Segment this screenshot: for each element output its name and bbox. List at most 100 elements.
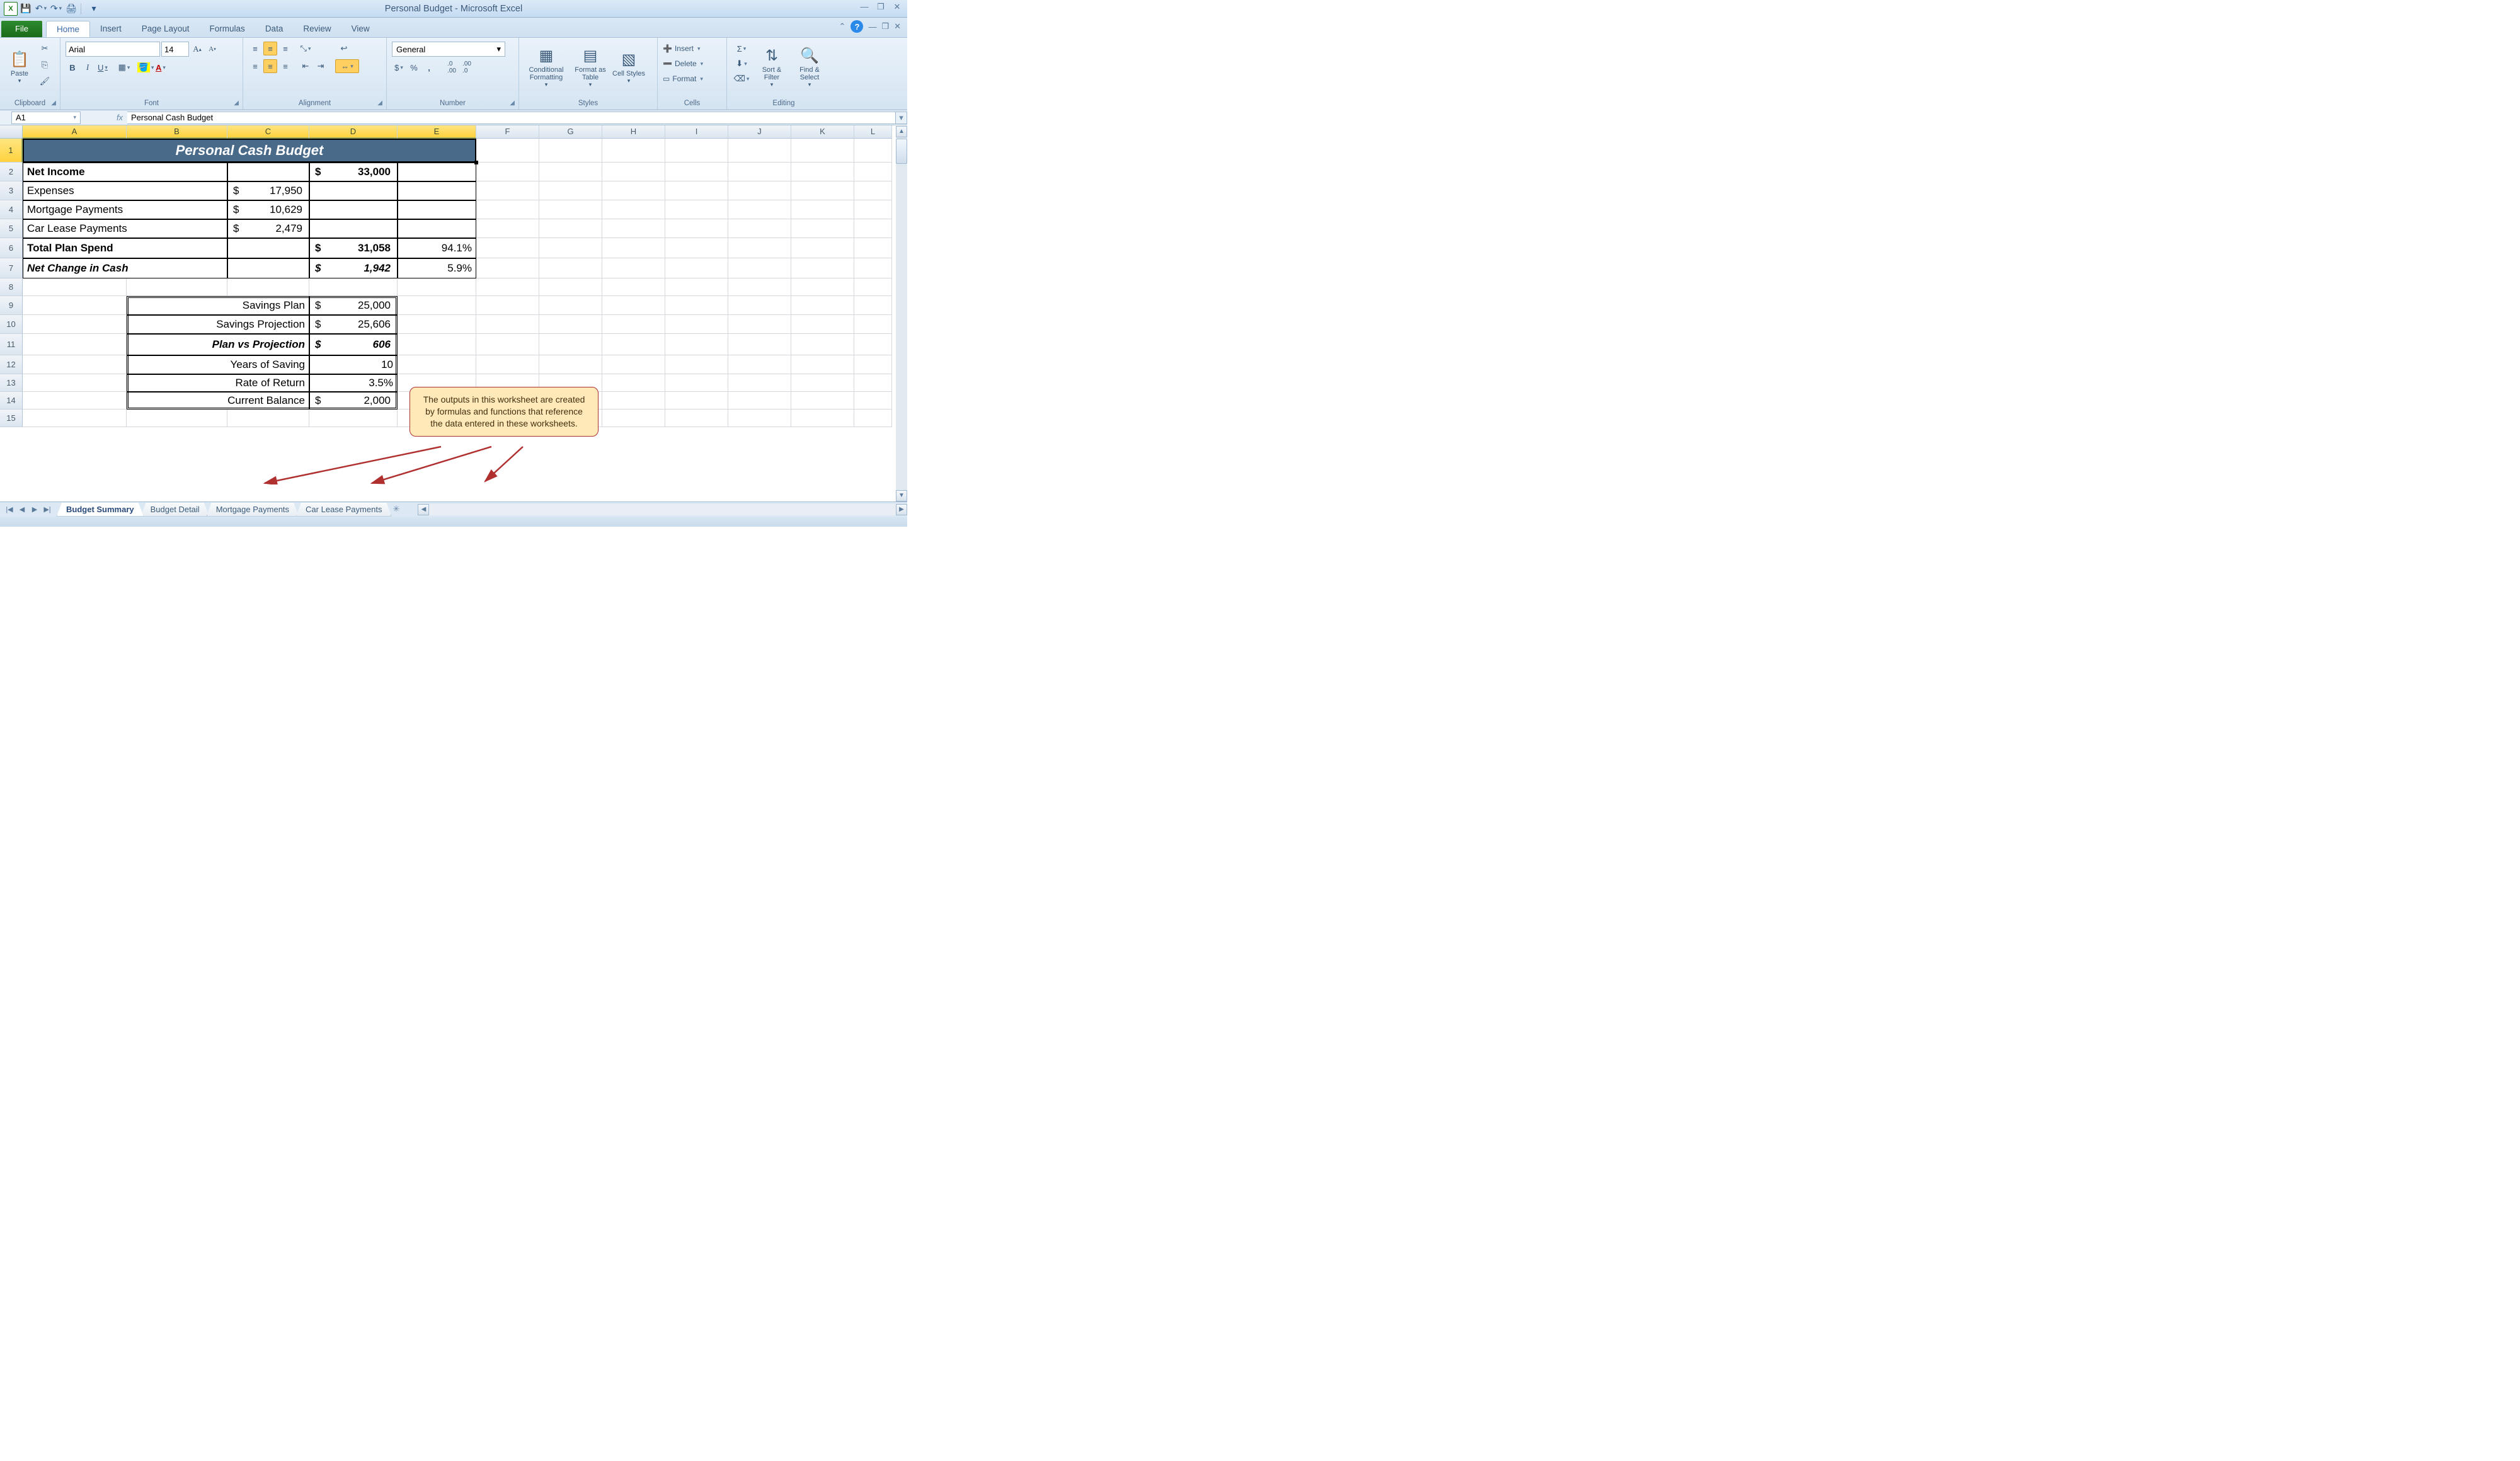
cell-G10[interactable] [539, 315, 602, 334]
pct-total-spend[interactable]: 94.1% [398, 238, 476, 258]
cell-C6[interactable] [227, 238, 309, 258]
column-header-D[interactable]: D [309, 125, 398, 139]
save-button[interactable]: 💾 [19, 2, 33, 16]
font-size-select[interactable] [161, 42, 189, 57]
cell-D4[interactable] [309, 200, 398, 219]
cell-K2[interactable] [791, 163, 854, 181]
row-header-10[interactable]: 10 [0, 315, 23, 334]
doc-minimize-button[interactable]: — [868, 22, 876, 32]
cell-F2[interactable] [476, 163, 539, 181]
cell-I7[interactable] [665, 258, 728, 278]
cell-J11[interactable] [728, 334, 791, 355]
value-savings-proj[interactable]: $25,606 [309, 315, 398, 334]
increase-font-button[interactable]: A▴ [190, 42, 204, 56]
autosum-button[interactable]: Σ [732, 42, 751, 55]
row-header-13[interactable]: 13 [0, 374, 23, 392]
cell-B8[interactable] [127, 278, 227, 296]
fill-button[interactable]: ⬇ [732, 57, 751, 71]
cell-I11[interactable] [665, 334, 728, 355]
insert-cells-button[interactable]: ➕Insert [663, 42, 701, 55]
label-current-balance[interactable]: Current Balance [127, 392, 309, 410]
cell-J9[interactable] [728, 296, 791, 315]
cell-G4[interactable] [539, 200, 602, 219]
cell-K14[interactable] [791, 392, 854, 410]
cell-H9[interactable] [602, 296, 665, 315]
sheet-tab-car-lease-payments[interactable]: Car Lease Payments [296, 503, 391, 517]
ribbon-tab-review[interactable]: Review [293, 21, 341, 37]
minimize-ribbon-button[interactable]: ⌃ [839, 21, 846, 32]
cell-I15[interactable] [665, 410, 728, 427]
cell-F5[interactable] [476, 219, 539, 238]
copy-button[interactable]: ⎘ [38, 58, 52, 72]
help-icon[interactable]: ? [850, 20, 863, 33]
cell-K5[interactable] [791, 219, 854, 238]
scroll-down-button[interactable]: ▼ [896, 490, 907, 501]
last-sheet-button[interactable]: ▶| [42, 505, 53, 513]
cell-C8[interactable] [227, 278, 309, 296]
close-button[interactable]: ✕ [891, 2, 903, 12]
alignment-dialog-launcher[interactable]: ◢ [377, 98, 382, 108]
file-tab[interactable]: File [1, 21, 42, 37]
cell-J4[interactable] [728, 200, 791, 219]
cell-J3[interactable] [728, 181, 791, 200]
cell-I14[interactable] [665, 392, 728, 410]
print-button[interactable]: 🖨 [64, 2, 78, 16]
value-net-change[interactable]: $1,942 [309, 258, 398, 278]
cell-F4[interactable] [476, 200, 539, 219]
cell-K10[interactable] [791, 315, 854, 334]
cell-J8[interactable] [728, 278, 791, 296]
cell-H2[interactable] [602, 163, 665, 181]
value-total-spend[interactable]: $31,058 [309, 238, 398, 258]
column-header-G[interactable]: G [539, 125, 602, 139]
label-expenses[interactable]: Expenses [23, 181, 227, 200]
cell-I3[interactable] [665, 181, 728, 200]
cell-F6[interactable] [476, 238, 539, 258]
row-header-7[interactable]: 7 [0, 258, 23, 278]
cell-L14[interactable] [854, 392, 892, 410]
cell-E5[interactable] [398, 219, 476, 238]
row-header-9[interactable]: 9 [0, 296, 23, 315]
align-left-button[interactable]: ≡ [248, 59, 262, 73]
sort-filter-button[interactable]: ⇅ Sort & Filter▾ [755, 40, 789, 95]
cell-H6[interactable] [602, 238, 665, 258]
align-right-button[interactable]: ≡ [278, 59, 292, 73]
worksheet-grid[interactable]: ABCDEFGHIJKL 123456789101112131415 Perso… [0, 125, 907, 484]
align-middle-button[interactable]: ≡ [263, 42, 277, 55]
cell-H10[interactable] [602, 315, 665, 334]
cell-H13[interactable] [602, 374, 665, 392]
row-header-2[interactable]: 2 [0, 163, 23, 181]
cell-H1[interactable] [602, 139, 665, 163]
cell-J14[interactable] [728, 392, 791, 410]
ribbon-tab-insert[interactable]: Insert [90, 21, 132, 37]
label-net-change[interactable]: Net Change in Cash [23, 258, 227, 278]
cell-A15[interactable] [23, 410, 127, 427]
format-as-table-button[interactable]: ▤ Format as Table▾ [571, 40, 610, 95]
cell-E12[interactable] [398, 355, 476, 374]
cell-K13[interactable] [791, 374, 854, 392]
column-header-J[interactable]: J [728, 125, 791, 139]
cell-F10[interactable] [476, 315, 539, 334]
cell-K12[interactable] [791, 355, 854, 374]
ribbon-tab-data[interactable]: Data [255, 21, 294, 37]
sheet-tab-budget-summary[interactable]: Budget Summary [57, 503, 144, 517]
cell-H14[interactable] [602, 392, 665, 410]
value-expenses[interactable]: $17,950 [227, 181, 309, 200]
cell-L10[interactable] [854, 315, 892, 334]
cell-H12[interactable] [602, 355, 665, 374]
pct-net-change[interactable]: 5.9% [398, 258, 476, 278]
ribbon-tab-home[interactable]: Home [46, 21, 90, 37]
label-rate-return[interactable]: Rate of Return [127, 374, 309, 392]
cell-H15[interactable] [602, 410, 665, 427]
cell-G7[interactable] [539, 258, 602, 278]
label-total-spend[interactable]: Total Plan Spend [23, 238, 227, 258]
row-header-8[interactable]: 8 [0, 278, 23, 296]
cell-J13[interactable] [728, 374, 791, 392]
format-painter-button[interactable]: 🖌 [38, 74, 52, 88]
cell-I12[interactable] [665, 355, 728, 374]
cell-H3[interactable] [602, 181, 665, 200]
cell-K15[interactable] [791, 410, 854, 427]
undo-button[interactable]: ↶ [34, 2, 48, 16]
column-header-B[interactable]: B [127, 125, 227, 139]
cell-L13[interactable] [854, 374, 892, 392]
ribbon-tab-formulas[interactable]: Formulas [200, 21, 255, 37]
